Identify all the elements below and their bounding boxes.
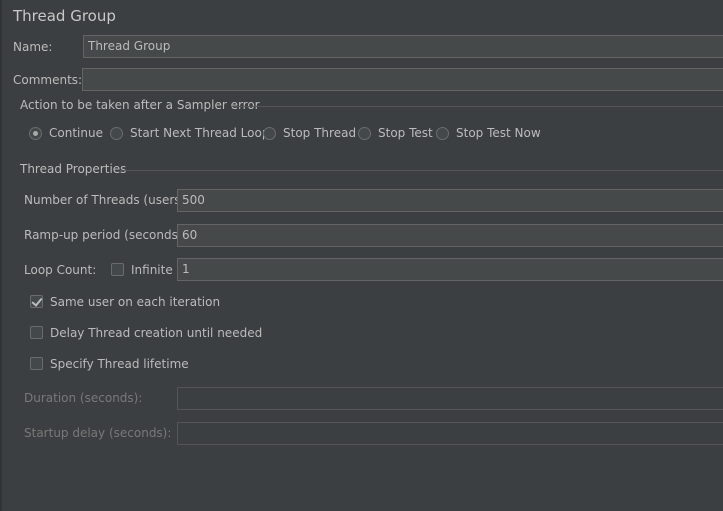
delay-thread-label[interactable]: Delay Thread creation until needed (50, 326, 262, 340)
thread-properties-title: Thread Properties (20, 162, 127, 176)
startup-delay-label: Startup delay (seconds): (24, 426, 172, 440)
delay-thread-checkbox[interactable] (30, 326, 43, 339)
comments-field[interactable] (82, 68, 723, 91)
radio-continue[interactable] (29, 127, 42, 140)
infinite-label[interactable]: Infinite (131, 263, 173, 277)
radio-continue-label[interactable]: Continue (49, 126, 103, 140)
specify-lifetime-label[interactable]: Specify Thread lifetime (50, 357, 189, 371)
radio-stop-test[interactable] (358, 127, 371, 140)
comments-label: Comments: (13, 73, 83, 87)
sampler-error-separator (231, 106, 723, 107)
same-user-label[interactable]: Same user on each iteration (50, 295, 220, 309)
startup-delay-field[interactable] (177, 422, 723, 445)
radio-stop-test-now[interactable] (436, 127, 449, 140)
loop-count-field[interactable]: 1 (177, 258, 723, 281)
ramp-up-label: Ramp-up period (seconds): (24, 228, 187, 242)
specify-lifetime-checkbox[interactable] (30, 357, 43, 370)
ramp-up-field[interactable]: 60 (177, 224, 723, 247)
radio-stop-thread[interactable] (263, 127, 276, 140)
radio-start-next-thread-loop[interactable] (110, 127, 123, 140)
radio-stop-test-label[interactable]: Stop Test (378, 126, 433, 140)
radio-stop-thread-label[interactable]: Stop Thread (283, 126, 356, 140)
panel-title: Thread Group (13, 7, 116, 25)
thread-properties-separator (120, 170, 723, 171)
name-field[interactable]: Thread Group (83, 35, 723, 58)
duration-field[interactable] (177, 387, 723, 410)
duration-label: Duration (seconds): (24, 391, 143, 405)
infinite-checkbox[interactable] (111, 263, 124, 276)
num-threads-field[interactable]: 500 (177, 189, 723, 212)
same-user-checkbox[interactable] (30, 295, 43, 308)
name-label: Name: (13, 40, 53, 54)
radio-stop-test-now-label[interactable]: Stop Test Now (456, 126, 541, 140)
loop-count-label: Loop Count: (24, 263, 97, 277)
sampler-error-title: Action to be taken after a Sampler error (20, 98, 260, 112)
num-threads-label: Number of Threads (users): (24, 193, 190, 207)
radio-start-next-thread-loop-label[interactable]: Start Next Thread Loop (130, 126, 269, 140)
panel-left-border (0, 0, 2, 511)
